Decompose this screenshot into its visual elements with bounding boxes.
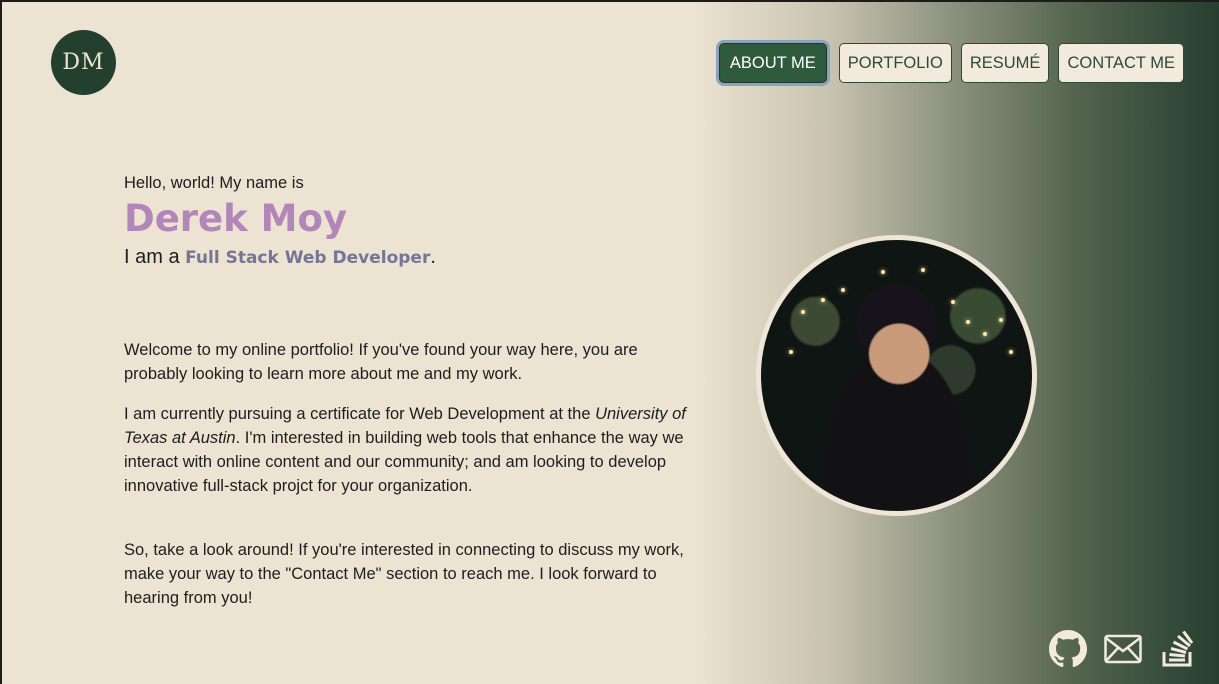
about-paragraph-1: Welcome to my online portfolio! If you'v…	[124, 341, 638, 383]
about-p2-text-a: I am currently pursuing a certificate fo…	[124, 405, 596, 423]
role-line: I am a Full Stack Web Developer.	[124, 246, 699, 269]
role-prefix: I am a	[124, 246, 186, 268]
github-icon[interactable]	[1049, 630, 1087, 668]
social-links	[1049, 630, 1197, 668]
logo[interactable]: DM	[51, 30, 116, 95]
role-suffix: .	[430, 246, 436, 268]
greeting-text: Hello, world! My name is	[124, 174, 304, 192]
about-paragraph-3: So, take a look around! If you're intere…	[124, 541, 684, 607]
nav-contact-me-button[interactable]: CONTACT ME	[1058, 43, 1184, 83]
email-icon[interactable]	[1104, 630, 1142, 668]
page-title: Derek Moy	[124, 197, 347, 240]
logo-initials: DM	[62, 50, 105, 75]
stackoverflow-icon[interactable]	[1159, 630, 1197, 668]
main-nav: ABOUT ME PORTFOLIO RESUMÉ CONTACT ME	[718, 43, 1184, 83]
hero-section: Hello, world! My name is Derek Moy I am …	[124, 174, 699, 269]
nav-resume-button[interactable]: RESUMÉ	[960, 43, 1050, 83]
nav-about-me-button[interactable]: ABOUT ME	[718, 43, 827, 83]
about-paragraph-2: I am currently pursuing a certificate fo…	[124, 402, 699, 498]
profile-photo	[756, 235, 1037, 516]
nav-portfolio-button[interactable]: PORTFOLIO	[838, 43, 952, 83]
role-title: Full Stack Web Developer	[185, 248, 431, 268]
